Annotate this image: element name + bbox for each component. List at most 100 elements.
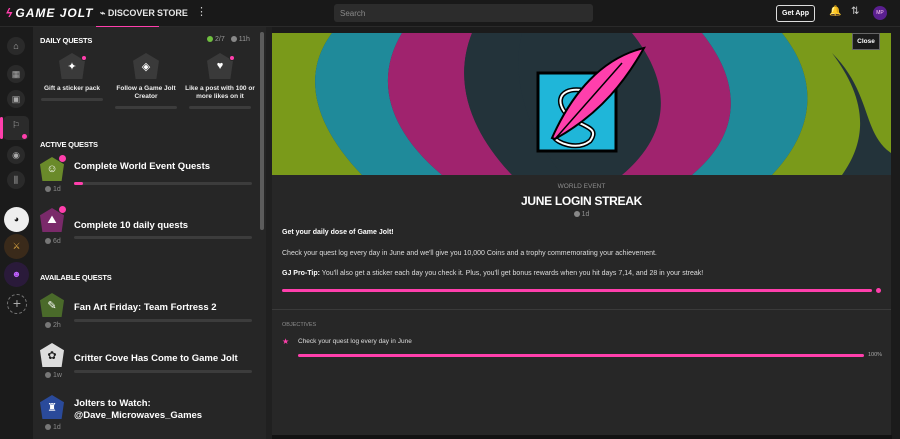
bolt-icon: ϟ <box>6 6 14 20</box>
clock-icon <box>45 372 51 378</box>
close-button[interactable]: Close <box>852 33 880 50</box>
daily-quest-card[interactable]: ◈ Follow a Game Jolt Creator <box>111 53 181 109</box>
jolters-to-watch-quest-icon: ♜ <box>40 395 64 419</box>
clock-icon <box>45 424 51 430</box>
quest-progress-bar <box>74 182 252 185</box>
activity-icon[interactable]: ⇅ <box>851 6 859 17</box>
rail-home-icon[interactable]: ⌂ <box>7 37 25 55</box>
nav-store[interactable]: STORE <box>157 8 188 18</box>
quest-progress-bar <box>74 236 252 239</box>
daily-quest-progress <box>189 106 251 109</box>
rail-store-icon[interactable]: ▦ <box>7 65 25 83</box>
quest-title: Fan Art Friday: Team Fortress 2 <box>74 302 217 313</box>
active-quests-heading: ACTIVE QUESTS <box>40 140 98 149</box>
rail-community-avatar[interactable]: ◕ <box>4 207 29 232</box>
clock-icon <box>45 238 51 244</box>
daily-quest-progress <box>41 98 103 101</box>
quest-time-value: 1w <box>53 372 62 379</box>
daily-quest-label: Like a post with 100 or more likes on it <box>185 85 255 100</box>
divider <box>272 309 891 310</box>
quest-time-value: 1d <box>53 424 61 431</box>
search-input[interactable] <box>334 4 593 22</box>
nav-discover[interactable]: ⌁ DISCOVER <box>96 8 159 28</box>
protip-text: You'll also get a sticker each day you c… <box>319 270 704 277</box>
quests-scrollbar[interactable] <box>260 32 264 230</box>
quest-item[interactable]: ⛰ Complete 10 daily quests 6d <box>40 206 260 248</box>
quest-item[interactable]: ✎ Fan Art Friday: Team Fortress 2 2h <box>40 293 260 333</box>
rail-notification-dot <box>22 134 27 139</box>
objectives-heading: OBJECTIVES <box>282 322 317 328</box>
objective-text: Check your quest log every day in June <box>298 338 412 345</box>
clock-icon <box>573 211 580 217</box>
clock-icon <box>45 186 51 192</box>
quest-time-value: 1d <box>53 186 61 193</box>
event-intro-text: Get your daily dose of Game Jolt! <box>282 229 394 236</box>
critter-cove-quest-icon: ✿ <box>40 343 64 367</box>
nav-discover-label: DISCOVER <box>107 8 155 18</box>
quest-progress-bar <box>74 370 252 373</box>
new-badge <box>81 55 87 61</box>
quest-detail-modal: Close WORLD EVENT JUNE LOGIN STREAK 1d G… <box>272 33 891 435</box>
progress-dot-icon <box>207 36 213 42</box>
event-banner: Close <box>272 33 891 175</box>
fan-art-quest-icon: ✎ <box>40 293 64 317</box>
new-badge <box>229 55 235 61</box>
more-menu-icon[interactable]: ⋮ <box>196 5 207 18</box>
event-title: JUNE LOGIN STREAK <box>521 194 642 208</box>
daily-quest-label: Gift a sticker pack <box>44 85 100 92</box>
event-protip: GJ Pro-Tip: You'll also get a sticker ea… <box>282 270 882 277</box>
quest-time: 1d <box>45 186 61 193</box>
quest-progress-bar <box>74 319 252 322</box>
quest-time-value: 6d <box>53 238 61 245</box>
star-icon: ★ <box>282 337 290 346</box>
event-banner-art <box>272 33 891 175</box>
clock-icon <box>230 36 237 42</box>
quest-item[interactable]: ☺ Complete World Event Quests 1d <box>40 155 260 197</box>
rail-library-icon[interactable]: ⫼ <box>7 171 25 189</box>
background-content <box>272 435 892 439</box>
quest-time: 1d <box>45 424 61 431</box>
logo-text: GAME JOLT <box>15 6 94 20</box>
new-badge <box>59 206 66 213</box>
creator-icon: ◈ <box>133 53 159 79</box>
quest-time: 1w <box>45 372 62 379</box>
compass-icon: ⌁ <box>100 8 108 18</box>
quest-item[interactable]: ✿ Critter Cove Has Come to Game Jolt 1w <box>40 343 260 383</box>
event-intro: Get your daily dose of Game Jolt! <box>282 229 882 236</box>
event-body: Check your quest log every day in June a… <box>282 250 657 257</box>
quest-title: Jolters to Watch: @Dave_Microwaves_Games <box>74 398 203 421</box>
quest-time: 2h <box>45 322 61 329</box>
clock-icon <box>45 322 51 328</box>
rail-backpack-icon[interactable]: ▣ <box>7 90 25 108</box>
left-rail: ⌂ ▦ ▣ ⚐ ◉ ⫼ ◕ ⚔ ☻ + <box>0 27 33 439</box>
quest-time: 6d <box>45 238 61 245</box>
rail-community-avatar[interactable]: ⚔ <box>4 234 29 259</box>
quest-title: Complete World Event Quests <box>74 161 211 172</box>
event-time: 1d <box>272 211 891 218</box>
event-time-value: 1d <box>581 211 590 218</box>
daily-quest-progress <box>115 106 177 109</box>
event-type: WORLD EVENT <box>557 183 606 190</box>
game-jolt-logo[interactable]: ϟ GAME JOLT <box>6 6 93 20</box>
daily-time-left: 11h <box>238 36 250 43</box>
quest-time-value: 2h <box>53 322 61 329</box>
quest-title: Critter Cove Has Come to Game Jolt <box>74 353 238 364</box>
notifications-bell-icon[interactable]: 🔔 <box>829 6 841 17</box>
daily-quest-card[interactable]: ✦ Gift a sticker pack <box>37 53 107 101</box>
daily-progress-count: 2/7 <box>215 36 225 43</box>
quest-progress-fill <box>74 182 83 185</box>
quests-panel: DAILY QUESTS 2/7 11h ✦ Gift a sticker pac… <box>33 27 266 439</box>
daily-quest-card[interactable]: ♥ Like a post with 100 or more likes on … <box>185 53 255 109</box>
top-navigation-bar: ϟGAME JOLT ⌁ DISCOVER STORE ⋮ Get App 🔔 … <box>0 0 900 28</box>
new-badge <box>59 155 66 162</box>
event-progress-bar <box>282 289 872 292</box>
available-quests-heading: AVAILABLE QUESTS <box>40 273 112 282</box>
user-avatar[interactable]: MP <box>873 6 887 20</box>
quest-item[interactable]: ♜ Jolters to Watch: @Dave_Microwaves_Gam… <box>40 395 260 435</box>
rail-chat-icon[interactable]: ◉ <box>7 146 25 164</box>
daily-quest-label: Follow a Game Jolt Creator <box>116 85 176 100</box>
event-progress-end-dot <box>876 288 881 293</box>
rail-community-avatar[interactable]: ☻ <box>4 262 29 287</box>
add-community-icon[interactable]: + <box>7 294 27 314</box>
get-app-button[interactable]: Get App <box>776 5 815 22</box>
